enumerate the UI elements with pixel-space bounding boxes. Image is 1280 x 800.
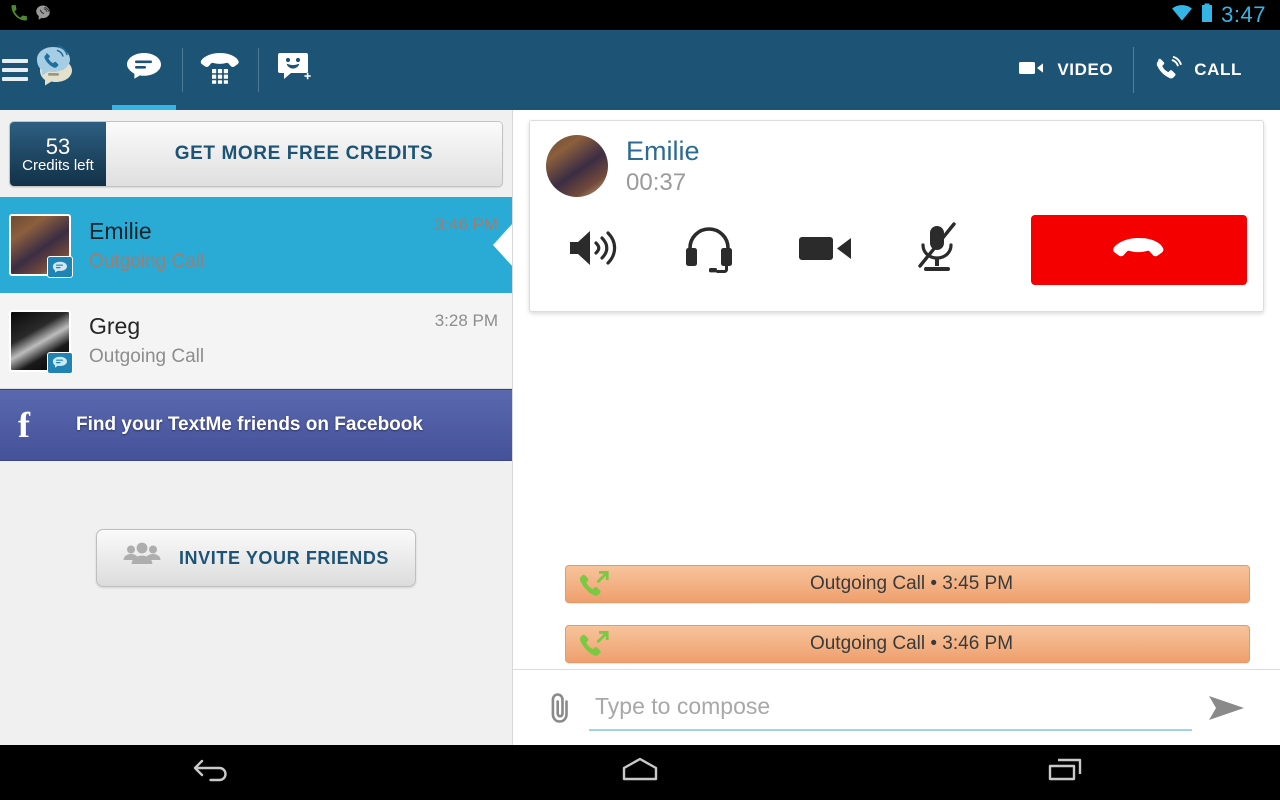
app-screen: 3:47 VIDEO CALL 53 Credits left GET MORE… — [0, 0, 1280, 800]
call-log-bubble[interactable]: Outgoing Call • 3:45 PM — [565, 565, 1250, 603]
app-tabs — [106, 30, 334, 110]
tab-new-message[interactable] — [258, 30, 334, 110]
microphone-muted-icon — [914, 221, 962, 279]
app-action-bar: VIDEO CALL — [0, 30, 1280, 110]
battery-icon — [1201, 3, 1213, 28]
dialpad-phone-icon — [199, 50, 241, 91]
avatar — [9, 309, 73, 374]
conversation-text: Greg Outgoing Call — [71, 313, 435, 368]
paperclip-icon[interactable] — [531, 690, 589, 726]
chat-badge-icon — [47, 256, 73, 278]
android-navigation-bar — [0, 745, 1280, 800]
invite-friends-button[interactable]: INVITE YOUR FRIENDS — [95, 529, 417, 587]
app-bar-actions: VIDEO CALL — [999, 47, 1280, 93]
facebook-find-friends-banner[interactable]: f Find your TextMe friends on Facebook — [0, 389, 512, 461]
nav-home-button[interactable] — [427, 755, 854, 790]
call-controls — [530, 197, 1263, 285]
send-button[interactable] — [1192, 693, 1262, 723]
conversation-detail-pane: Emilie 00:37 Outgoing Call • 3:45 PM Out… — [512, 110, 1280, 745]
hangup-button[interactable] — [1030, 215, 1247, 285]
call-log-bubble[interactable]: Outgoing Call • 3:46 PM — [565, 625, 1250, 663]
conversation-row-emilie[interactable]: Emilie Outgoing Call 3:46 PM — [0, 197, 512, 293]
call-duration: 00:37 — [626, 168, 687, 196]
conversation-preview: Outgoing Call — [89, 346, 205, 367]
mute-button[interactable] — [914, 221, 1031, 279]
textme-notification-icon — [34, 4, 52, 27]
video-button-label: VIDEO — [1057, 60, 1114, 79]
invite-friends-label: INVITE YOUR FRIENDS — [178, 547, 390, 568]
credits-count: 53 — [45, 133, 71, 159]
call-meta: Emilie 00:37 — [608, 136, 700, 197]
call-avatar — [546, 135, 608, 197]
conversations-sidebar: 53 Credits left GET MORE FREE CREDITS Em… — [0, 110, 512, 745]
people-group-icon — [123, 542, 161, 575]
conversation-row-greg[interactable]: Greg Outgoing Call 3:28 PM — [0, 293, 512, 389]
active-call-card: Emilie 00:37 — [529, 120, 1264, 312]
outgoing-call-icon — [566, 629, 624, 659]
video-camera-icon — [1019, 59, 1045, 82]
status-bar-system-icons: 3:47 — [1171, 2, 1280, 28]
avatar — [9, 214, 73, 278]
credits-badge: 53 Credits left — [10, 122, 106, 186]
conversation-name: Greg — [89, 313, 141, 339]
conversation-preview: Outgoing Call — [89, 250, 205, 272]
chat-badge-icon — [47, 351, 73, 374]
get-more-credits-button[interactable]: GET MORE FREE CREDITS — [106, 122, 502, 186]
hamburger-menu-icon[interactable] — [2, 59, 28, 81]
conversation-time: 3:28 PM — [434, 311, 498, 330]
call-button-label: CALL — [1194, 60, 1242, 79]
hangup-phone-icon — [1112, 235, 1166, 266]
status-bar-notifications — [0, 4, 52, 27]
headset-button[interactable] — [681, 222, 798, 279]
credits-banner: 53 Credits left GET MORE FREE CREDITS — [0, 110, 512, 197]
speaker-icon — [564, 224, 620, 277]
chat-bubble-icon — [124, 51, 164, 90]
tab-messages[interactable] — [106, 30, 182, 110]
tab-dialpad[interactable] — [182, 30, 258, 110]
nav-back-button[interactable] — [0, 755, 427, 790]
video-toggle-button[interactable] — [797, 230, 914, 271]
compose-input[interactable] — [589, 684, 1192, 731]
video-camera-icon — [797, 230, 855, 271]
outgoing-call-icon — [566, 569, 624, 599]
home-icon — [617, 755, 663, 790]
conversation-name: Emilie — [89, 217, 152, 244]
facebook-f-icon: f — [18, 405, 30, 445]
android-status-bar: 3:47 — [0, 0, 1280, 30]
nav-recents-button[interactable] — [853, 755, 1280, 790]
conversation-text: Emilie Outgoing Call — [71, 218, 435, 273]
conversation-time: 3:46 PM — [434, 215, 498, 234]
back-arrow-icon — [191, 755, 235, 790]
recent-apps-icon — [1045, 755, 1089, 790]
credits-bar[interactable]: 53 Credits left GET MORE FREE CREDITS — [9, 121, 503, 187]
credits-caption: Credits left — [22, 156, 94, 174]
smiley-add-icon — [274, 49, 318, 92]
facebook-banner-label: Find your TextMe friends on Facebook — [76, 414, 423, 435]
invite-area: INVITE YOUR FRIENDS — [0, 461, 512, 587]
call-button[interactable]: CALL — [1133, 47, 1262, 93]
status-bar-clock: 3:47 — [1221, 2, 1266, 27]
video-button[interactable]: VIDEO — [999, 47, 1133, 93]
call-header: Emilie 00:37 — [530, 121, 1263, 197]
message-thread: Outgoing Call • 3:45 PM Outgoing Call • … — [513, 325, 1280, 669]
wifi-icon — [1171, 4, 1193, 27]
headset-icon — [681, 222, 737, 279]
call-log-label: Outgoing Call • 3:46 PM — [809, 633, 1014, 654]
speaker-button[interactable] — [564, 224, 681, 277]
compose-bar — [513, 669, 1280, 745]
phone-call-icon — [1154, 55, 1183, 85]
call-contact-name: Emilie — [626, 135, 700, 166]
call-log-label: Outgoing Call • 3:45 PM — [809, 573, 1014, 594]
textme-logo-icon[interactable] — [30, 41, 92, 99]
phone-in-call-icon — [10, 4, 28, 27]
